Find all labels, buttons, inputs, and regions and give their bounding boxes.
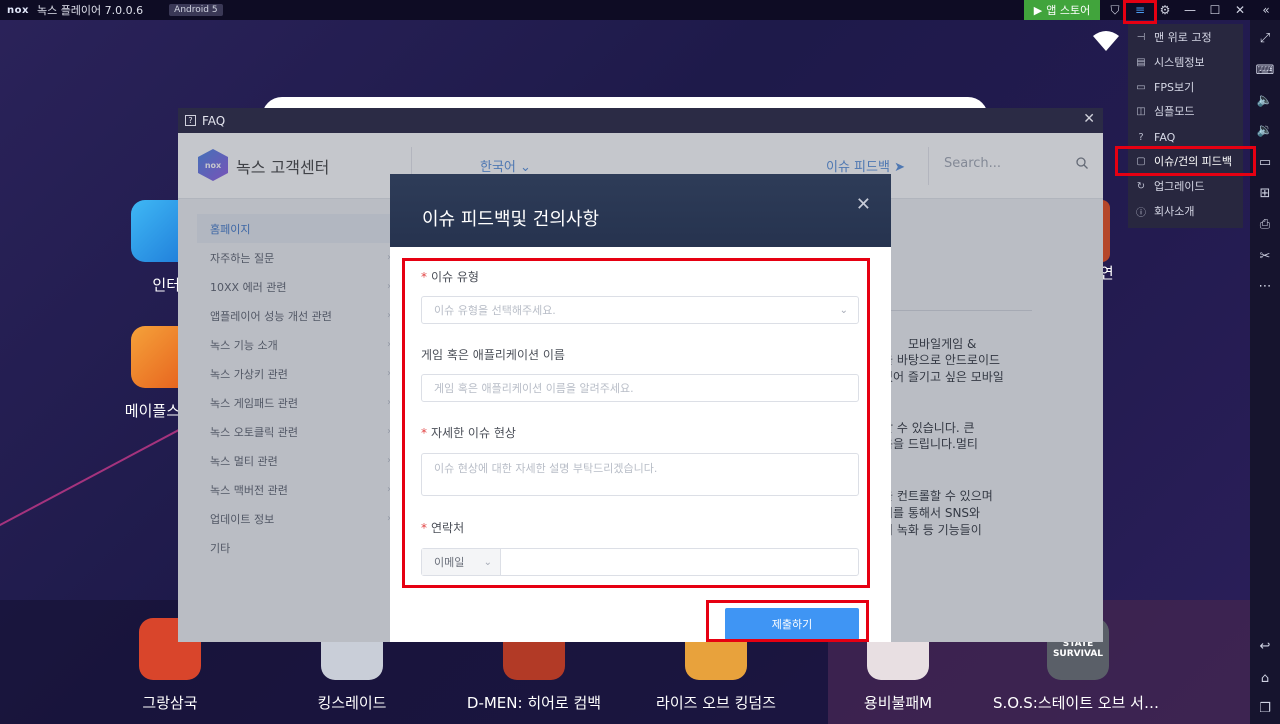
android-version-badge: Android 5 — [169, 4, 223, 16]
settings-dropdown-menu: ⊣ 맨 위로 고정 ▤ 시스템정보 ▭ FPS보기 ◫ 심플모드 ? FAQ ▢ 이슈/건의… — [1128, 24, 1243, 228]
app-label: 인터 — [152, 276, 180, 294]
menu-item-faq[interactable]: ? FAQ — [1128, 126, 1243, 148]
feedback-highlight-box — [1115, 146, 1256, 176]
shirt-icon[interactable]: ⛉ — [1105, 0, 1125, 20]
appstore-button[interactable]: ▶ 앱 스토어 — [1024, 0, 1100, 20]
info-icon: ⓘ — [1136, 207, 1146, 219]
question-icon: ? — [185, 115, 196, 126]
close-icon[interactable]: ✕ — [1230, 0, 1250, 20]
keyboard-icon[interactable]: ⌨ — [1250, 60, 1280, 80]
add-apk-icon[interactable]: ⊞ — [1250, 183, 1280, 203]
menu-item-label: FPS보기 — [1154, 81, 1195, 94]
close-icon[interactable]: ✕ — [1083, 111, 1095, 127]
modal-header: 이슈 피드백및 건의사항 ✕ — [390, 174, 891, 247]
minimize-icon[interactable]: — — [1180, 0, 1200, 20]
app-label: S.O.S:스테이트 오브 서바.. — [993, 694, 1163, 712]
app-label: 그랑삼국 — [142, 694, 198, 712]
menu-item-label: 심플모드 — [1154, 105, 1195, 118]
volume-up-icon[interactable]: 🔈 — [1250, 90, 1280, 110]
app-label: 메이플스 — [124, 402, 180, 420]
background-decoration — [0, 418, 201, 542]
fullscreen-icon[interactable]: ⤢ — [1250, 28, 1280, 48]
simple-mode-icon: ◫ — [1136, 105, 1146, 117]
menu-item-label: 맨 위로 고정 — [1154, 31, 1212, 44]
menu-item-about[interactable]: ⓘ 회사소개 — [1128, 200, 1243, 222]
close-icon[interactable]: ✕ — [856, 194, 871, 215]
menu-highlight-box — [1123, 0, 1157, 24]
recent-apps-icon[interactable]: ❐ — [1250, 698, 1280, 718]
collapse-sidebar-icon[interactable]: « — [1256, 0, 1276, 20]
wifi-icon — [1093, 31, 1119, 51]
app-label: 킹스레이드 — [317, 694, 387, 712]
faq-window-title: FAQ — [202, 113, 226, 128]
printer-icon[interactable]: ⎙ — [1250, 214, 1280, 234]
menu-item-pin[interactable]: ⊣ 맨 위로 고정 — [1128, 26, 1243, 48]
gear-icon[interactable]: ⚙ — [1155, 0, 1175, 20]
play-store-icon: ▶ — [1033, 3, 1043, 17]
menu-item-label: 회사소개 — [1154, 205, 1195, 218]
faq-titlebar: ? FAQ ✕ — [178, 108, 1103, 133]
modal-title: 이슈 피드백및 건의사항 — [422, 209, 600, 230]
system-info-icon: ▤ — [1136, 56, 1146, 68]
volume-down-icon[interactable]: 🔉 — [1250, 120, 1280, 140]
pin-icon: ⊣ — [1136, 31, 1146, 43]
scissors-icon[interactable]: ✂ — [1250, 246, 1280, 266]
menu-item-upgrade[interactable]: ↻ 업그레이드 — [1128, 175, 1243, 197]
more-icon[interactable]: ⋯ — [1250, 276, 1280, 296]
back-icon[interactable]: ↩ — [1250, 636, 1280, 656]
menu-item-system-info[interactable]: ▤ 시스템정보 — [1128, 51, 1243, 73]
nox-logo: nox — [7, 4, 29, 16]
menu-item-label: FAQ — [1154, 130, 1176, 144]
menu-item-simple-mode[interactable]: ◫ 심플모드 — [1128, 100, 1243, 122]
question-icon: ? — [1138, 131, 1144, 143]
menu-item-label: 업그레이드 — [1154, 180, 1205, 193]
right-toolbar: ⤢ ⌨ 🔈 🔉 ▭ ⊞ ⎙ ✂ ⋯ ↩ ⌂ ❐ — [1250, 20, 1280, 724]
window-title: 녹스 플레이어 7.0.0.6 — [36, 4, 144, 17]
app-label: 라이즈 오브 킹덤즈 — [656, 694, 776, 712]
menu-item-fps[interactable]: ▭ FPS보기 — [1128, 76, 1243, 98]
appstore-label: 앱 스토어 — [1046, 4, 1091, 17]
home-icon[interactable]: ⌂ — [1250, 668, 1280, 688]
maximize-icon[interactable]: ☐ — [1205, 0, 1225, 20]
submit-highlight-box — [706, 600, 869, 642]
app-label: D-MEN: 히어로 컴백 — [466, 694, 602, 712]
menu-item-label: 시스템정보 — [1154, 56, 1205, 69]
monitor-icon: ▭ — [1136, 81, 1146, 93]
form-highlight-box — [402, 258, 870, 588]
app-label: 용비불패M — [863, 694, 933, 712]
refresh-icon: ↻ — [1136, 180, 1146, 192]
